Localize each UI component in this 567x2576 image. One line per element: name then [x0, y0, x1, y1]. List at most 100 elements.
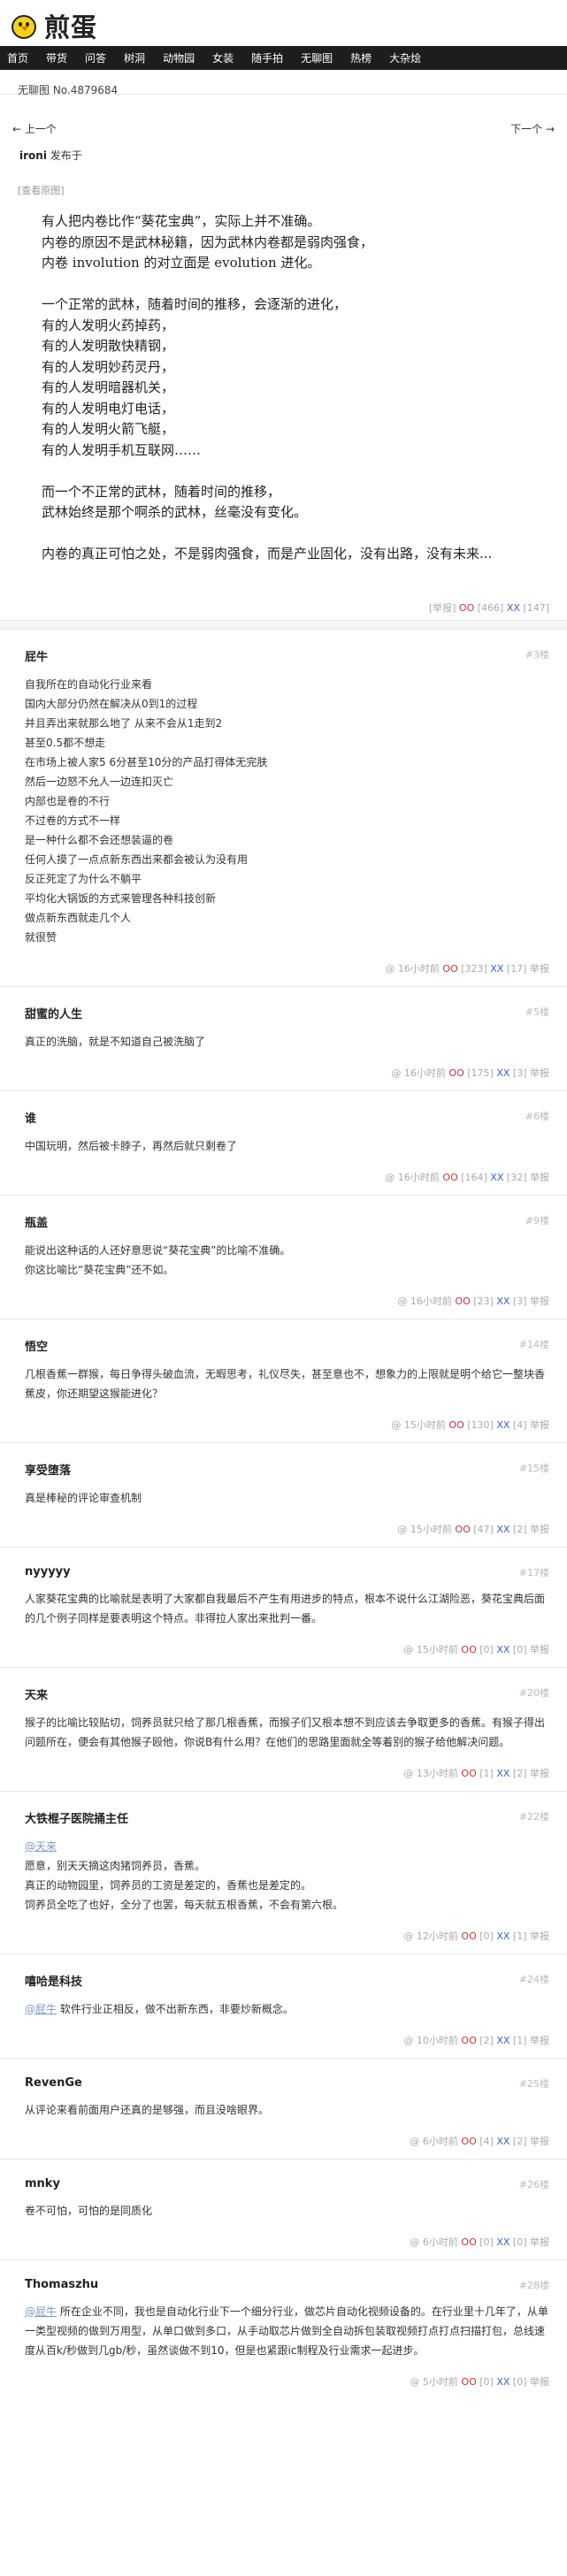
post-author[interactable]: ironi — [19, 149, 47, 162]
site-logo[interactable]: 煎蛋 — [9, 7, 97, 44]
comment-author[interactable]: 享受堕落 — [25, 1443, 549, 1478]
view-original-link[interactable]: [查看原图] — [0, 167, 567, 211]
xx-vote-button[interactable]: XX — [496, 2376, 510, 2388]
page-root: { "site": {"logo_text": "煎蛋"}, "nav": ["… — [0, 0, 567, 2576]
xx-vote-button[interactable]: XX — [496, 1296, 510, 1307]
comment-author[interactable]: 甜蜜的人生 — [25, 987, 549, 1021]
xx-vote-button[interactable]: XX — [496, 1768, 510, 1779]
comment-text: 卷不可怕，可怕的是同质化 — [25, 2201, 549, 2221]
nav-item-treehole[interactable]: 树洞 — [124, 50, 145, 65]
comment-author[interactable]: 谁 — [25, 1091, 549, 1126]
report-link[interactable]: 举报 — [530, 1524, 549, 1535]
nav-item-home[interactable]: 首页 — [7, 50, 28, 65]
nav-item-qa[interactable]: 问答 — [85, 50, 106, 65]
oo-vote-button[interactable]: OO — [461, 2236, 476, 2248]
xx-vote-button[interactable]: XX — [496, 1067, 510, 1079]
comment-author[interactable]: 屁牛 — [25, 630, 549, 664]
report-link[interactable]: 举报 — [530, 1296, 549, 1307]
oo-vote-button[interactable]: OO — [442, 1172, 457, 1183]
xx-vote-button[interactable]: XX — [496, 2136, 510, 2147]
report-link[interactable]: 举报 — [530, 1419, 549, 1431]
comment-line: 并且弄出来就那么地了 从来不会从1走到2 — [25, 716, 223, 730]
nav-item-daihuo[interactable]: 带货 — [46, 50, 67, 65]
comment-time: @ 16小时前 — [385, 1171, 440, 1183]
xx-vote-button[interactable]: XX — [496, 1930, 510, 1942]
comment-author[interactable]: 嘻哈是科技 — [25, 1954, 549, 1989]
oo-vote-button[interactable]: OO — [448, 1067, 464, 1079]
oo-vote-button[interactable]: OO — [442, 963, 457, 975]
oo-count: [47] — [473, 1523, 494, 1535]
comment-author[interactable]: RevenGe — [25, 2059, 549, 2090]
xx-count: [32] — [506, 1171, 527, 1183]
section-divider — [0, 619, 567, 629]
report-link[interactable]: 举报 — [530, 2376, 549, 2388]
post-line: 有的人发明电灯电话， — [42, 400, 175, 417]
oo-vote-button[interactable]: OO — [459, 602, 474, 614]
oo-vote-button[interactable]: OO — [461, 2376, 476, 2388]
xx-vote-button[interactable]: XX — [496, 2035, 510, 2046]
oo-count: [175] — [467, 1066, 494, 1079]
xx-vote-button[interactable]: XX — [490, 963, 503, 975]
oo-vote-button[interactable]: OO — [461, 2035, 476, 2046]
xx-vote-button[interactable]: XX — [496, 1419, 510, 1431]
page-number: 无聊图 No.4879684 — [0, 77, 567, 96]
comment-quote-link[interactable]: @屁牛 — [25, 2003, 57, 2015]
comment-quote-link[interactable]: @天来 — [25, 1840, 57, 1853]
oo-vote-button[interactable]: OO — [455, 1524, 470, 1535]
report-link[interactable]: 举报 — [530, 1067, 549, 1079]
comment-line: 饲养员全吃了也好，全分了也罢，每天就五根香蕉，不会有第六根。 — [25, 1898, 344, 1911]
comment-time: @ 16小时前 — [397, 1295, 452, 1307]
report-link[interactable]: 举报 — [530, 1930, 549, 1942]
report-link[interactable]: [举报] — [429, 602, 456, 614]
nav-item-pics[interactable]: 无聊图 — [301, 50, 333, 65]
oo-vote-button[interactable]: OO — [448, 1419, 464, 1431]
xx-count: [2] — [512, 1767, 527, 1779]
xx-count: [0] — [512, 2375, 527, 2388]
post-author-line: ironi 发布于 — [0, 139, 567, 167]
xx-vote-button[interactable]: XX — [496, 1644, 510, 1655]
report-link[interactable]: 举报 — [530, 1768, 549, 1779]
comment-author[interactable]: 天来 — [25, 1668, 549, 1702]
comment-author[interactable]: 瓶盖 — [25, 1196, 549, 1230]
post-line: 内卷的原因不是武林秘籍，因为武林内卷都是弱肉强食， — [42, 233, 374, 250]
comment-line: 在市场上被人家5 6分甚至10分的产品打得体无完肤 — [25, 755, 268, 768]
comment-time: @ 6小时前 — [410, 2236, 458, 2248]
oo-count: [0] — [479, 2375, 494, 2388]
comment-author[interactable]: 大铁棍子医院捅主任 — [25, 1792, 549, 1826]
comment-author[interactable]: nyyyyy — [25, 1548, 549, 1578]
comment-item: 嘻哈是科技 #24楼 @屁牛 软件行业正相反，做不出新东西，非要炒新概念。 @ 10小… — [0, 1953, 567, 2058]
oo-count: [0] — [479, 1643, 494, 1655]
oo-vote-button[interactable]: OO — [461, 2136, 476, 2147]
report-link[interactable]: 举报 — [530, 963, 549, 975]
comment-author[interactable]: 悟空 — [25, 1319, 549, 1354]
oo-vote-button[interactable]: OO — [461, 1644, 476, 1655]
report-link[interactable]: 举报 — [530, 2136, 549, 2147]
comment-time: @ 15小时前 — [403, 1643, 458, 1655]
oo-vote-button[interactable]: OO — [461, 1930, 476, 1942]
xx-vote-button[interactable]: XX — [507, 602, 520, 614]
report-link[interactable]: 举报 — [530, 1172, 549, 1183]
post-line — [42, 461, 542, 482]
report-link[interactable]: 举报 — [530, 1644, 549, 1655]
post-action: 发布于 — [50, 149, 82, 162]
xx-vote-button[interactable]: XX — [496, 1524, 510, 1535]
comment-line: 中国玩明，然后被卡脖子，再然后就只剩卷了 — [25, 1139, 238, 1152]
nav-item-girls[interactable]: 女装 — [212, 50, 234, 65]
comment-author[interactable]: Thomaszhu — [25, 2260, 549, 2291]
report-link[interactable]: 举报 — [530, 2035, 549, 2046]
comment-quote-link[interactable]: @屁牛 — [25, 2305, 57, 2318]
comment-text: 几根香蕉一群猴，每日争得头破血流，无暇思考，礼仪尽失，甚至意也不，想象力的上限就… — [25, 1364, 549, 1403]
post-line: 有的人发明手机互联网…… — [42, 441, 202, 458]
oo-vote-button[interactable]: OO — [461, 1768, 476, 1779]
report-link[interactable]: 举报 — [530, 2236, 549, 2248]
xx-vote-button[interactable]: XX — [496, 2236, 510, 2248]
nav-item-zoo[interactable]: 动物园 — [163, 50, 195, 65]
nav-item-misc[interactable]: 大杂烩 — [389, 50, 421, 65]
xx-vote-button[interactable]: XX — [490, 1172, 503, 1183]
oo-vote-button[interactable]: OO — [455, 1296, 470, 1307]
comment-author[interactable]: mnky — [25, 2159, 549, 2190]
nav-item-hot[interactable]: 热榜 — [350, 50, 372, 65]
next-post-link[interactable]: 下一个 → — [510, 121, 555, 139]
nav-item-snapshot[interactable]: 随手拍 — [251, 50, 283, 65]
prev-post-link[interactable]: ← 上一个 — [12, 121, 57, 139]
